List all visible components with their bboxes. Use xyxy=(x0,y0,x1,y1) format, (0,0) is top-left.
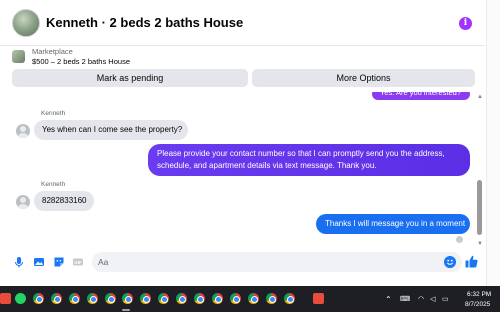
message-thread[interactable]: Yes. Are you interested? Kenneth Yes whe… xyxy=(0,92,485,248)
chrome-icon[interactable] xyxy=(248,293,259,304)
listing-source-label: Marketplace xyxy=(32,47,73,56)
chrome-icon[interactable] xyxy=(105,293,116,304)
chrome-icon[interactable] xyxy=(266,293,277,304)
window-edge xyxy=(486,0,500,286)
scroll-down-arrow-icon[interactable]: ▼ xyxy=(477,241,483,247)
conversation-header: Kenneth · 2 beds 2 baths House i xyxy=(0,0,485,46)
messenger-window: Kenneth · 2 beds 2 baths House i Marketp… xyxy=(0,0,500,312)
scrollbar-thumb[interactable] xyxy=(477,180,482,235)
photo-icon[interactable] xyxy=(33,256,45,268)
active-app-indicator xyxy=(122,309,130,311)
message-sender: Kenneth xyxy=(41,181,66,188)
scroll-up-arrow-icon[interactable]: ▲ xyxy=(477,94,483,100)
chrome-icon[interactable] xyxy=(51,293,62,304)
listing-thumbnail[interactable] xyxy=(12,50,25,63)
seen-indicator xyxy=(456,236,463,243)
volume-icon[interactable]: ◁ xyxy=(430,295,435,303)
chrome-icon[interactable] xyxy=(212,293,223,304)
chrome-icon[interactable] xyxy=(230,293,241,304)
chrome-icon[interactable] xyxy=(158,293,169,304)
message-bubble-incoming: Yes when can I come see the property? xyxy=(34,120,188,140)
message-bubble-outgoing: Thanks I will message you in a moment xyxy=(316,214,470,234)
whatsapp-icon[interactable] xyxy=(15,293,26,304)
chrome-icon[interactable] xyxy=(140,293,151,304)
windows-taskbar: ⌃ ⌨ ◠ ◁ ▭ 6:32 PM 8/7/2025 xyxy=(0,286,500,312)
app-icon[interactable] xyxy=(0,293,11,304)
svg-text:GIF: GIF xyxy=(74,260,82,265)
mic-icon[interactable] xyxy=(13,256,25,268)
keyboard-icon[interactable]: ⌨ xyxy=(400,295,410,303)
chrome-icon[interactable] xyxy=(122,293,133,304)
emoji-icon[interactable] xyxy=(444,256,456,268)
mark-as-pending-button[interactable]: Mark as pending xyxy=(12,69,248,87)
message-bubble-incoming: 8282833160 xyxy=(34,191,94,211)
gif-icon[interactable]: GIF xyxy=(72,256,84,268)
more-options-button[interactable]: More Options xyxy=(252,69,475,87)
message-bubble-outgoing: Yes. Are you interested? xyxy=(372,92,470,100)
listing-avatar[interactable] xyxy=(12,9,40,37)
message-composer: GIF xyxy=(0,250,485,276)
chevron-up-icon[interactable]: ⌃ xyxy=(385,295,392,304)
conversation-title[interactable]: Kenneth · 2 beds 2 baths House xyxy=(46,15,243,30)
app-icon[interactable] xyxy=(313,293,324,304)
sticker-icon[interactable] xyxy=(53,256,65,268)
chat-scrollbar[interactable]: ▲ ▼ xyxy=(474,92,485,248)
info-icon[interactable]: i xyxy=(459,17,472,30)
clock-date[interactable]: 8/7/2025 xyxy=(465,301,490,308)
sender-avatar[interactable] xyxy=(16,195,30,209)
chrome-icon[interactable] xyxy=(284,293,295,304)
listing-detail[interactable]: $500 – 2 beds 2 baths House xyxy=(32,57,130,66)
message-bubble-outgoing: Please provide your contact number so th… xyxy=(148,144,470,176)
chrome-icon[interactable] xyxy=(176,293,187,304)
chrome-icon[interactable] xyxy=(194,293,205,304)
message-sender: Kenneth xyxy=(41,110,66,117)
wifi-icon[interactable]: ◠ xyxy=(418,295,424,303)
chrome-icon[interactable] xyxy=(69,293,80,304)
message-input[interactable] xyxy=(98,254,428,270)
chrome-icon[interactable] xyxy=(33,293,44,304)
battery-icon[interactable]: ▭ xyxy=(442,295,449,303)
chrome-icon[interactable] xyxy=(87,293,98,304)
like-icon[interactable] xyxy=(465,255,478,268)
sender-avatar[interactable] xyxy=(16,124,30,138)
clock-time[interactable]: 6:32 PM xyxy=(467,291,491,298)
message-input-wrapper xyxy=(92,252,462,272)
